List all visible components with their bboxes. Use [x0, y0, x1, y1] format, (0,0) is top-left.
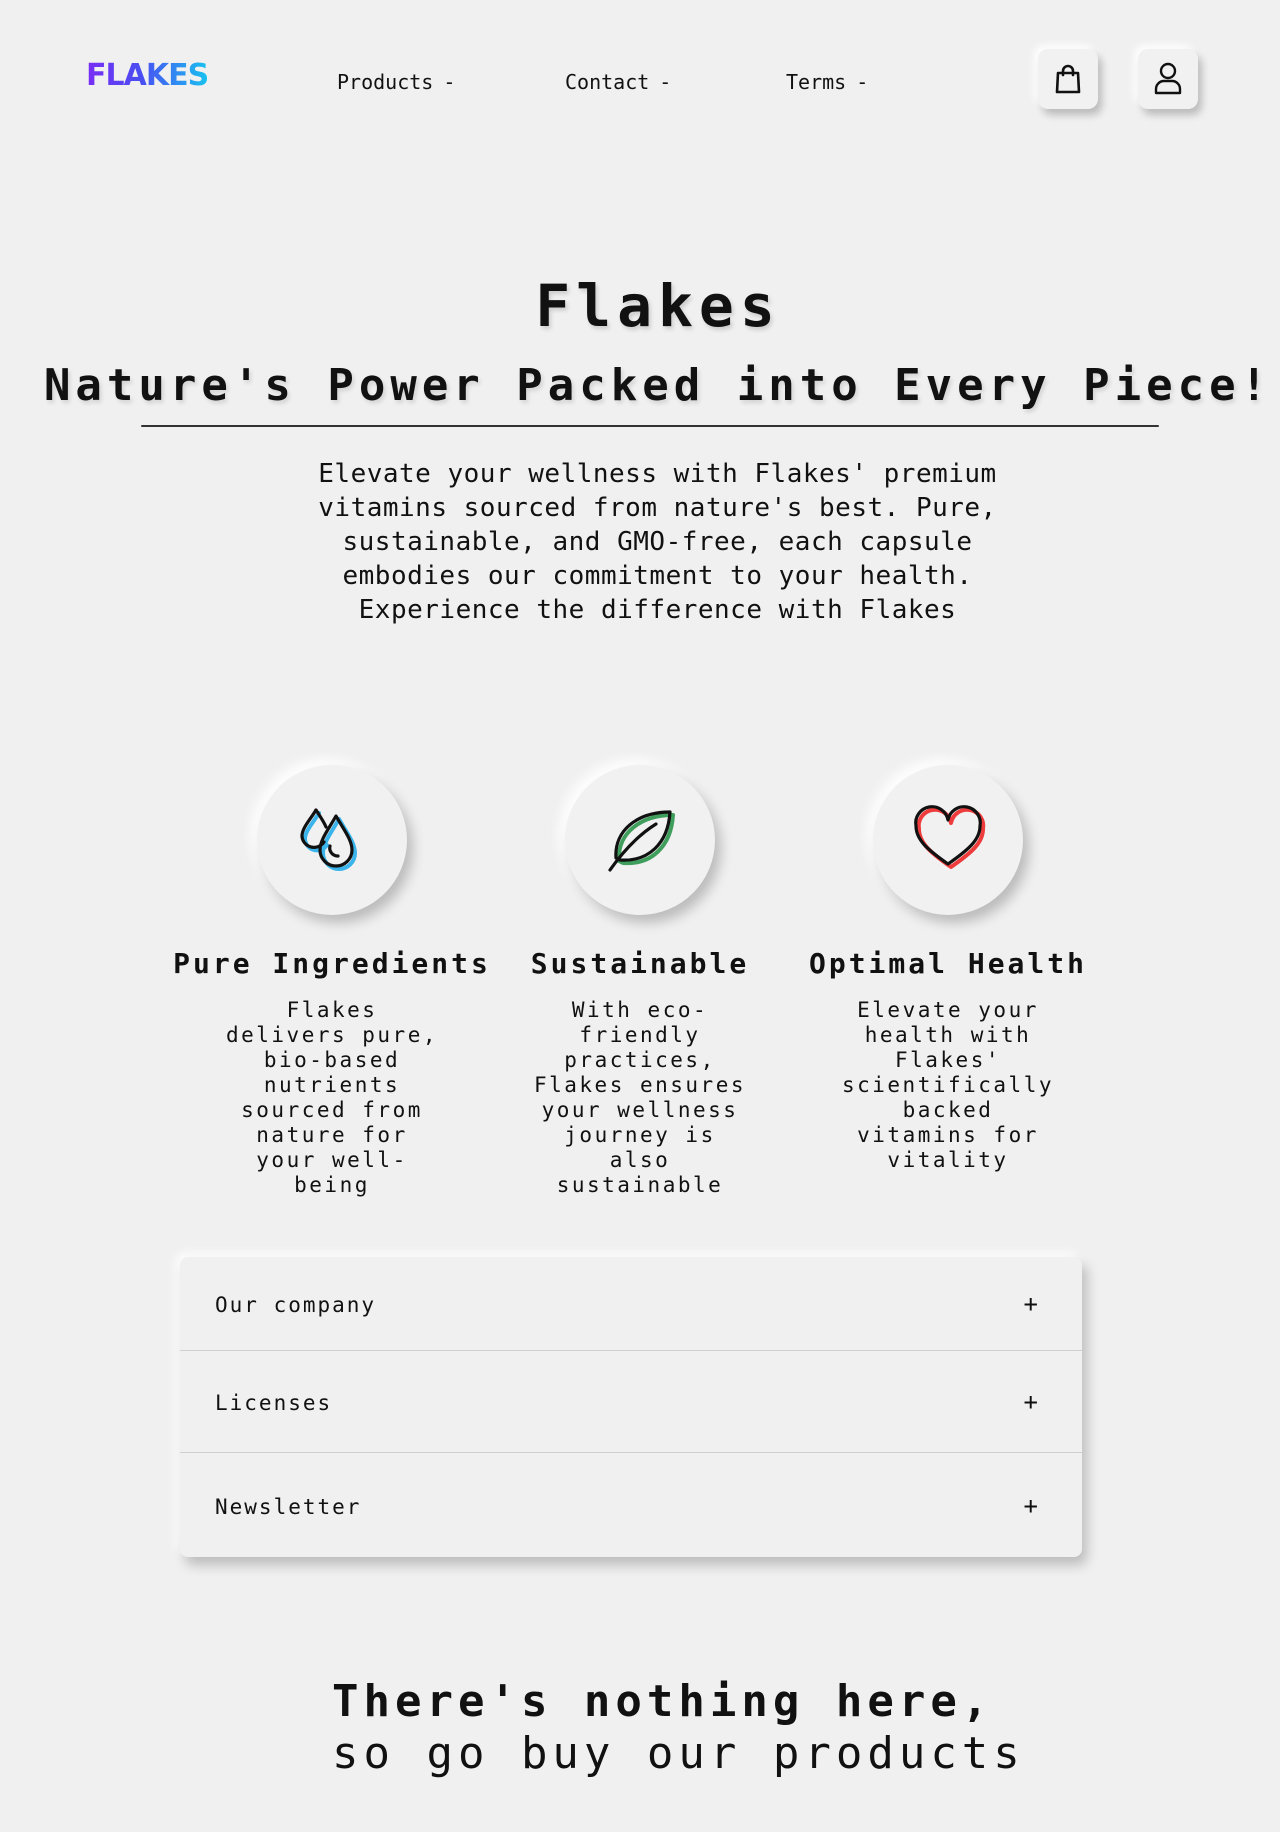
plus-icon[interactable]: +	[1024, 1492, 1040, 1520]
accordion-item-licenses[interactable]: Licenses +	[180, 1351, 1082, 1452]
nav-contact-label: Contact	[565, 70, 650, 94]
nav-products[interactable]: Products -	[337, 70, 455, 94]
feature-icon-circle	[873, 765, 1023, 915]
plus-icon[interactable]: +	[1024, 1290, 1040, 1318]
accordion-item-newsletter[interactable]: Newsletter +	[180, 1453, 1082, 1557]
nav-contact-caret: -	[659, 70, 672, 94]
hero-divider	[141, 425, 1159, 427]
feature-icon-circle	[257, 765, 407, 915]
feature-pure-ingredients: Pure Ingredients Flakes delivers pure, b…	[172, 765, 492, 1198]
water-drops-icon	[300, 808, 357, 871]
flakes-logo[interactable]: FLAKES	[86, 58, 209, 93]
accordion-item-our-company[interactable]: Our company +	[180, 1257, 1082, 1350]
plus-icon[interactable]: +	[1024, 1388, 1040, 1416]
accordion-item-label: Newsletter	[215, 1495, 362, 1519]
info-accordion: Our company + Licenses + Newsletter +	[180, 1257, 1082, 1557]
tagline-line-1: There's nothing here,	[332, 1676, 994, 1727]
feature-optimal-health: Optimal Health Elevate your health with …	[788, 765, 1108, 1173]
feature-description: Elevate your health with Flakes' scienti…	[841, 998, 1054, 1172]
feature-icon-circle	[565, 765, 715, 915]
feature-description: With eco-friendly practices, Flakes ensu…	[533, 998, 746, 1197]
cart-button[interactable]	[1038, 49, 1098, 109]
accordion-item-label: Licenses	[215, 1391, 333, 1415]
site-header: FLAKES Products - Contact - Terms -	[0, 0, 1280, 160]
hero-subtitle: Nature's Power Packed into Every Piece!	[43, 360, 1273, 411]
feature-sustainable: Sustainable With eco-friendly practices,…	[480, 765, 800, 1198]
page-title: Flakes	[535, 272, 781, 340]
nav-products-label: Products	[337, 70, 434, 94]
user-icon	[1154, 62, 1182, 95]
feature-title: Sustainable	[530, 947, 750, 980]
account-button[interactable]	[1138, 49, 1198, 109]
feature-title: Pure Ingredients	[173, 947, 491, 980]
nav-terms-label: Terms	[786, 70, 847, 94]
shopping-bag-icon	[1055, 64, 1081, 94]
feature-title: Optimal Health	[808, 947, 1087, 980]
heart-icon	[914, 805, 986, 869]
feature-description: Flakes delivers pure, bio-based nutrient…	[225, 998, 438, 1197]
accordion-item-label: Our company	[215, 1293, 377, 1317]
tagline-line-2: so go buy our products	[332, 1728, 1025, 1779]
nav-products-caret: -	[443, 70, 456, 94]
leaf-icon	[608, 810, 675, 872]
nav-terms[interactable]: Terms -	[786, 70, 868, 94]
nav-contact[interactable]: Contact -	[565, 70, 671, 94]
nav-terms-caret: -	[856, 70, 869, 94]
hero-description: Elevate your wellness with Flakes' premi…	[318, 459, 997, 625]
